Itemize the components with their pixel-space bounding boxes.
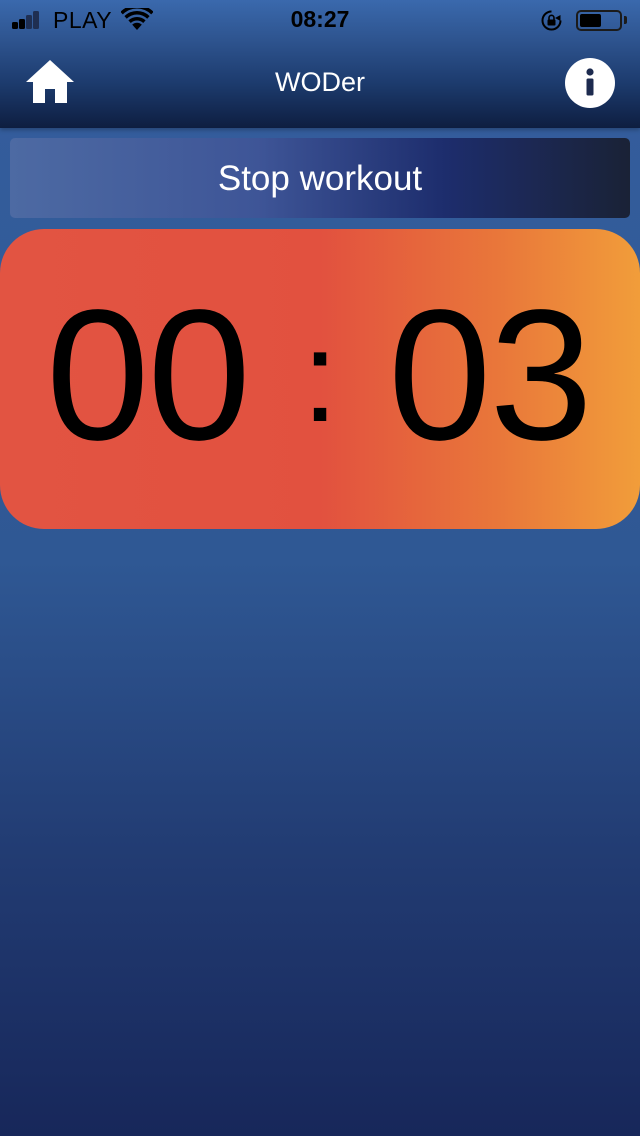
battery-level: [580, 14, 601, 27]
battery-icon: [576, 10, 622, 31]
info-icon: [586, 68, 594, 96]
battery-tip: [624, 16, 627, 24]
info-button[interactable]: [565, 58, 615, 108]
timer-seconds: 03: [388, 272, 593, 479]
page-title: WODer: [275, 67, 365, 97]
timer-separator: :: [302, 303, 339, 449]
rotation-lock-icon: [541, 10, 562, 31]
status-bar: PLAY 08:27: [0, 0, 640, 40]
timer-minutes: 00: [46, 272, 251, 479]
stop-workout-button[interactable]: Stop workout: [10, 138, 630, 218]
